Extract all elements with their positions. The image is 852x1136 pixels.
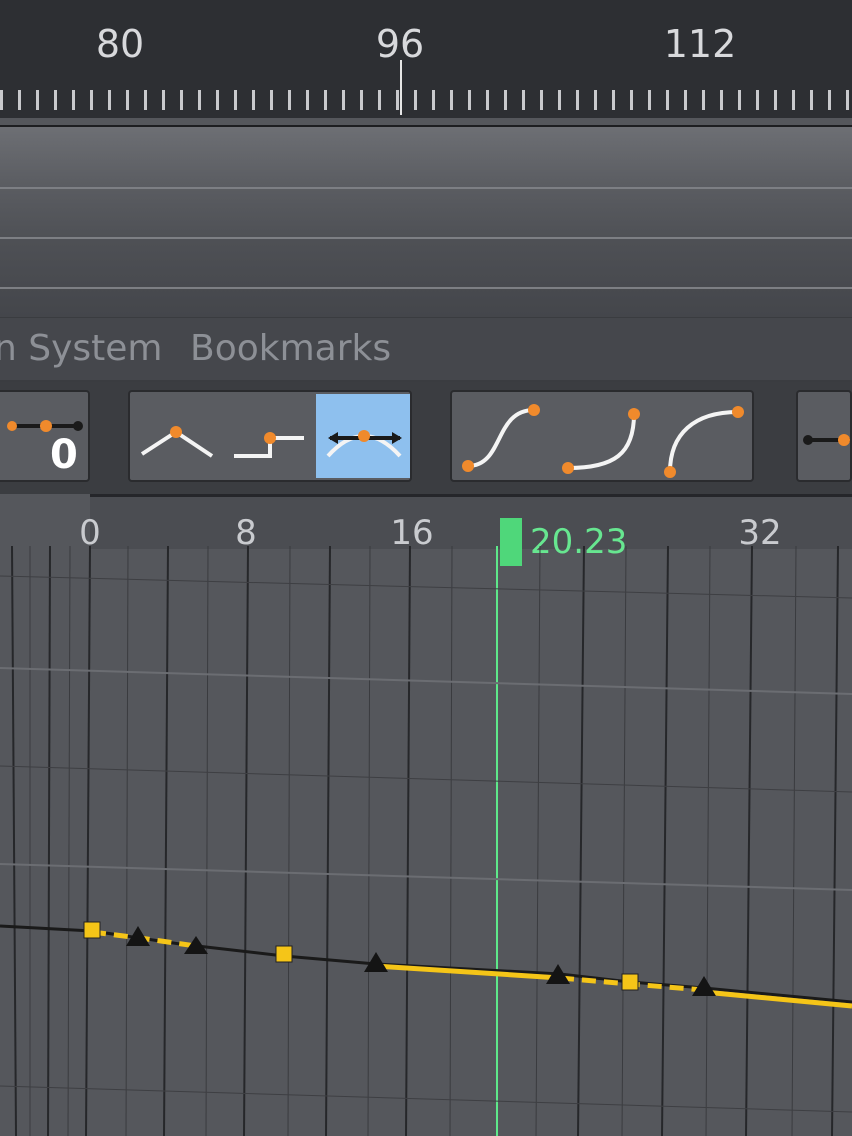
extra-group — [796, 390, 852, 482]
panel-divider — [0, 127, 852, 317]
flat-tangent-icon — [803, 434, 850, 446]
top-ruler-label-80: 80 — [95, 22, 145, 66]
interpolation-group — [128, 390, 412, 482]
interpolation-smooth-button[interactable] — [316, 394, 410, 478]
top-ruler-ticks — [0, 90, 852, 110]
interpolation-step-button[interactable] — [224, 394, 314, 478]
ease-out-icon — [664, 406, 744, 478]
tab-bookmarks[interactable]: Bookmarks — [190, 328, 391, 369]
panel-tabs: n System Bookmarks — [0, 318, 852, 380]
keyframe[interactable] — [275, 945, 293, 963]
easing-group — [450, 390, 754, 482]
linear-peak-icon — [140, 426, 214, 458]
graph-frame-ruler[interactable]: 0 8 16 32 — [79, 494, 852, 553]
keyframe[interactable] — [621, 973, 639, 991]
graph-editor[interactable]: 0 8 16 32 20.23 — [0, 494, 852, 1136]
keyframe[interactable] — [83, 921, 101, 939]
ease-in-out-button[interactable] — [454, 394, 552, 478]
ease-in-out-icon — [462, 404, 540, 472]
ease-out-button[interactable] — [654, 394, 752, 478]
ease-in-button[interactable] — [554, 394, 652, 478]
value-group: 0 — [0, 390, 90, 482]
top-ruler-label-112: 112 — [663, 22, 737, 66]
curve-black-segment[interactable] — [0, 924, 852, 1004]
curve-grid[interactable] — [0, 546, 852, 1136]
step-icon — [234, 432, 304, 458]
interpolation-linear-button[interactable] — [132, 394, 222, 478]
value-readout: 0 — [50, 432, 78, 478]
smooth-peak-icon — [326, 430, 402, 458]
tab-system[interactable]: n System — [0, 328, 163, 369]
top-ruler-scrollbar[interactable] — [0, 118, 852, 125]
flat-tangent-button[interactable] — [798, 394, 850, 478]
curve-toolbar: 0 — [0, 382, 852, 494]
top-timeline-ruler[interactable]: 80 96 112 — [0, 0, 852, 127]
ease-in-icon — [562, 408, 640, 474]
